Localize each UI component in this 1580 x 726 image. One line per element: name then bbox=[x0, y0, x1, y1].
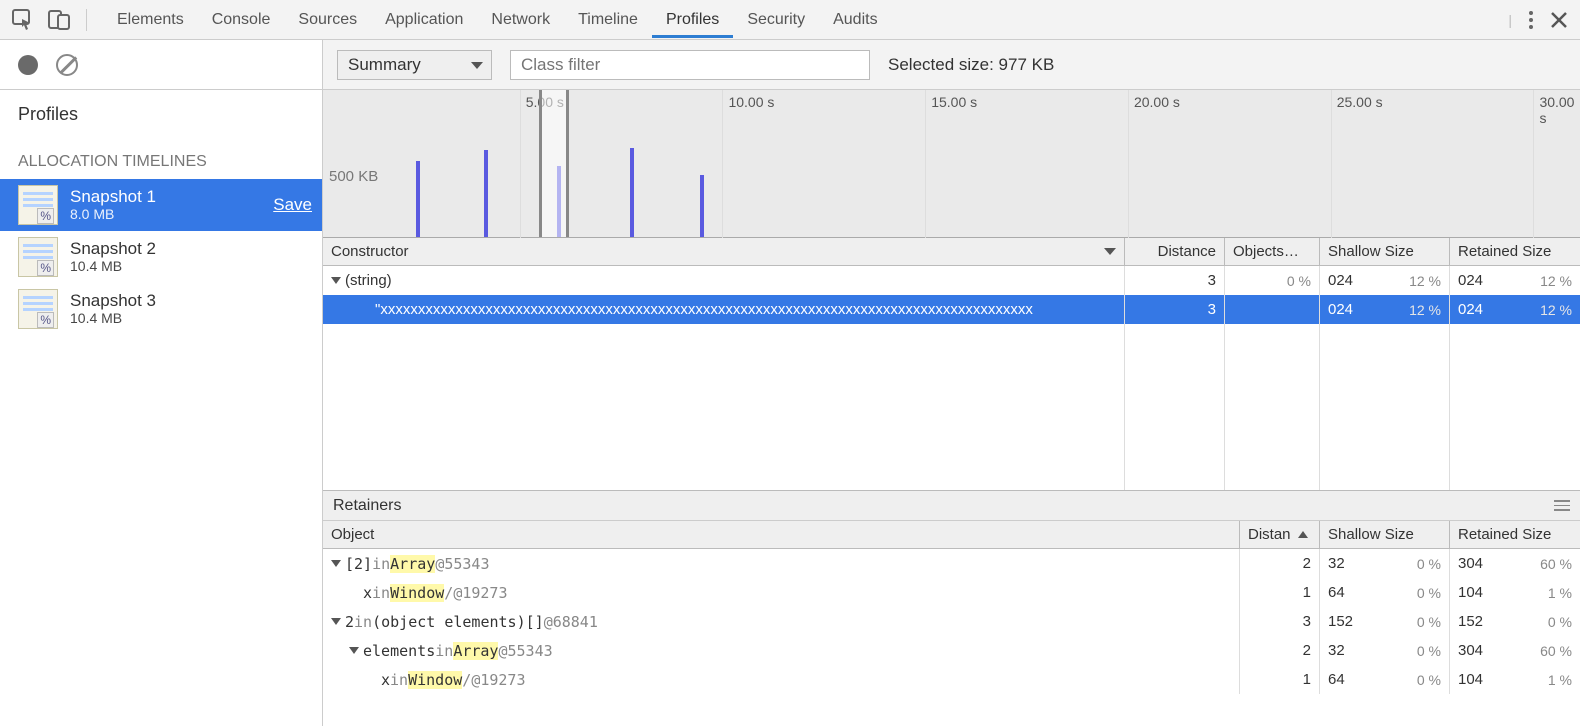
tab-timeline[interactable]: Timeline bbox=[564, 2, 652, 38]
snapshot-size: 10.4 MB bbox=[70, 310, 312, 326]
view-select[interactable]: Summary bbox=[337, 50, 492, 80]
tab-elements[interactable]: Elements bbox=[103, 2, 198, 38]
table-row[interactable]: [2] in Array @553432 320 % 30460 % bbox=[323, 549, 1580, 578]
snapshot-icon bbox=[18, 185, 58, 225]
expand-icon[interactable] bbox=[331, 618, 341, 625]
snapshot-name: Snapshot 2 bbox=[70, 240, 312, 259]
view-select-label: Summary bbox=[348, 55, 421, 74]
timeline-ylabel: 500 KB bbox=[329, 168, 378, 185]
clear-button[interactable] bbox=[56, 54, 78, 76]
col-distance[interactable]: Distance bbox=[1125, 238, 1225, 265]
sort-asc-icon bbox=[1298, 531, 1308, 538]
col-distance[interactable]: Distan bbox=[1240, 521, 1320, 548]
timeline-tick: 20.00 s bbox=[1134, 94, 1180, 110]
col-shallow[interactable]: Shallow Size bbox=[1320, 521, 1450, 548]
timeline-selection[interactable] bbox=[539, 90, 569, 237]
retainers-grid-body: [2] in Array @553432 320 % 30460 %x in W… bbox=[323, 549, 1580, 694]
tab-profiles[interactable]: Profiles bbox=[652, 2, 733, 38]
retainers-header: Retainers bbox=[323, 491, 1580, 521]
profile-content: Summary Selected size: 977 KB 500 KB 5.0… bbox=[323, 40, 1580, 726]
snapshot-item[interactable]: Snapshot 3 10.4 MB bbox=[0, 283, 322, 335]
timeline-tick: 25.00 s bbox=[1337, 94, 1383, 110]
chevron-down-icon bbox=[1104, 248, 1116, 255]
timeline-tick: 15.00 s bbox=[931, 94, 977, 110]
snapshot-size: 10.4 MB bbox=[70, 258, 312, 274]
chevron-down-icon bbox=[471, 62, 483, 69]
tab-network[interactable]: Network bbox=[477, 2, 564, 38]
col-object[interactable]: Object bbox=[323, 521, 1240, 548]
more-icon[interactable] bbox=[1528, 10, 1534, 30]
expand-icon[interactable] bbox=[331, 560, 341, 567]
snapshot-icon bbox=[18, 237, 58, 277]
col-shallow[interactable]: Shallow Size bbox=[1320, 238, 1450, 265]
constructor-grid-header: Constructor Distance Objects… Shallow Si… bbox=[323, 238, 1580, 266]
menu-icon[interactable] bbox=[1554, 500, 1570, 511]
snapshot-save-link[interactable]: Save bbox=[273, 195, 312, 215]
profiles-sidebar: Profiles ALLOCATION TIMELINES Snapshot 1… bbox=[0, 40, 323, 726]
constructor-grid-body: (string)3 0 % 02412 % 02412 %"xxxxxxxxxx… bbox=[323, 266, 1580, 491]
tab-application[interactable]: Application bbox=[371, 2, 477, 38]
allocation-bar bbox=[484, 150, 488, 237]
inspect-element-icon[interactable] bbox=[12, 9, 34, 31]
selected-size-label: Selected size: 977 KB bbox=[888, 55, 1054, 75]
snapshot-item[interactable]: Snapshot 1 8.0 MB Save bbox=[0, 179, 322, 231]
device-toggle-icon[interactable] bbox=[48, 9, 70, 31]
tab-security[interactable]: Security bbox=[733, 2, 819, 38]
expand-icon[interactable] bbox=[331, 277, 341, 284]
col-retained[interactable]: Retained Size bbox=[1450, 521, 1580, 548]
table-row[interactable]: "xxxxxxxxxxxxxxxxxxxxxxxxxxxxxxxxxxxxxxx… bbox=[323, 295, 1580, 324]
toolbar-right: | bbox=[1508, 10, 1568, 30]
retainers-grid-header: Object Distan Shallow Size Retained Size bbox=[323, 521, 1580, 549]
allocation-timeline[interactable]: 500 KB 5.00 s10.00 s15.00 s20.00 s25.00 … bbox=[323, 90, 1580, 238]
class-filter-input[interactable] bbox=[510, 50, 870, 80]
table-row[interactable]: elements in Array @553432 320 % 30460 % bbox=[323, 636, 1580, 665]
snapshot-icon bbox=[18, 289, 58, 329]
retainers-title: Retainers bbox=[333, 497, 401, 515]
inspect-controls bbox=[12, 9, 87, 31]
sidebar-heading: Profiles bbox=[0, 90, 322, 133]
table-row[interactable]: x in Window / @192731 640 % 1041 % bbox=[323, 578, 1580, 607]
timeline-tick: 30.00 s bbox=[1539, 94, 1580, 126]
tab-sources[interactable]: Sources bbox=[284, 2, 371, 38]
profile-filter-bar: Summary Selected size: 977 KB bbox=[323, 40, 1580, 90]
snapshot-name: Snapshot 1 bbox=[70, 188, 273, 207]
col-objects[interactable]: Objects… bbox=[1225, 238, 1320, 265]
allocation-bar bbox=[416, 161, 420, 237]
devtools-tabbar: ElementsConsoleSourcesApplicationNetwork… bbox=[103, 2, 1508, 38]
timeline-tick: 10.00 s bbox=[728, 94, 774, 110]
allocation-bar bbox=[700, 175, 704, 237]
tab-console[interactable]: Console bbox=[198, 2, 285, 38]
table-row[interactable]: (string)3 0 % 02412 % 02412 % bbox=[323, 266, 1580, 295]
col-retained[interactable]: Retained Size bbox=[1450, 238, 1580, 265]
close-icon[interactable] bbox=[1550, 11, 1568, 29]
tab-audits[interactable]: Audits bbox=[819, 2, 891, 38]
snapshot-item[interactable]: Snapshot 2 10.4 MB bbox=[0, 231, 322, 283]
table-row[interactable]: 2 in (object elements)[] @688413 1520 % … bbox=[323, 607, 1580, 636]
table-row[interactable]: x in Window / @192731 640 % 1041 % bbox=[323, 665, 1580, 694]
sidebar-subheading: ALLOCATION TIMELINES bbox=[0, 133, 322, 179]
top-toolbar: ElementsConsoleSourcesApplicationNetwork… bbox=[0, 0, 1580, 40]
snapshot-name: Snapshot 3 bbox=[70, 292, 312, 311]
record-button[interactable] bbox=[18, 55, 38, 75]
allocation-bar bbox=[630, 148, 634, 237]
expand-icon[interactable] bbox=[349, 647, 359, 654]
col-constructor[interactable]: Constructor bbox=[323, 238, 1125, 265]
snapshot-size: 8.0 MB bbox=[70, 206, 273, 222]
